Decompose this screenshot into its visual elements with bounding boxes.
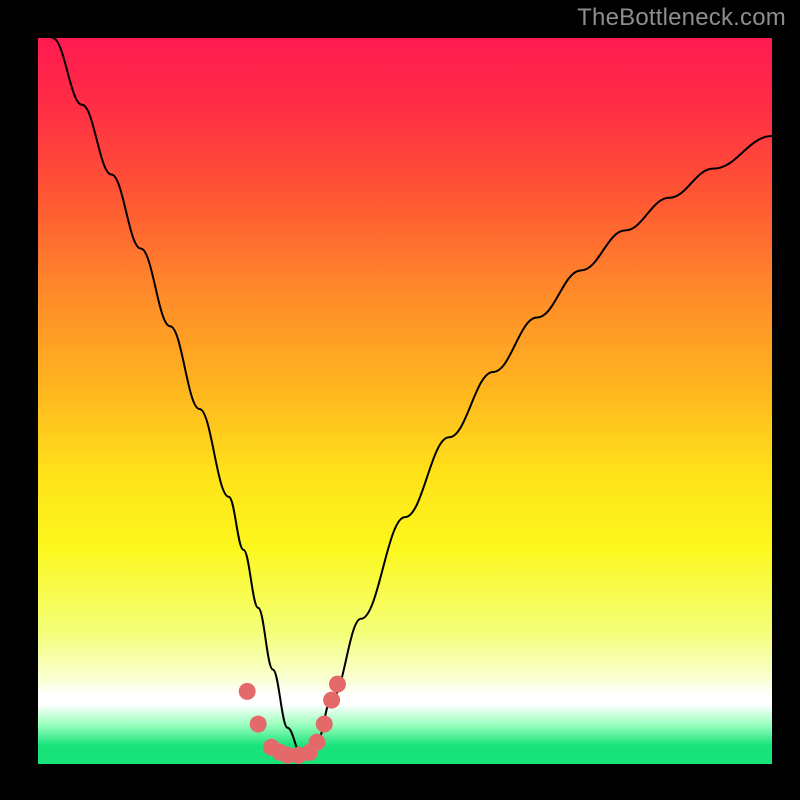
- watermark-text: TheBottleneck.com: [577, 4, 786, 32]
- data-marker: [323, 692, 340, 709]
- data-marker: [316, 716, 333, 733]
- bottleneck-chart: [38, 38, 772, 764]
- data-marker: [308, 734, 325, 751]
- outer-frame: TheBottleneck.com: [0, 0, 800, 800]
- gradient-background: [38, 38, 772, 764]
- data-marker: [329, 676, 346, 693]
- data-marker: [250, 716, 267, 733]
- data-marker: [239, 683, 256, 700]
